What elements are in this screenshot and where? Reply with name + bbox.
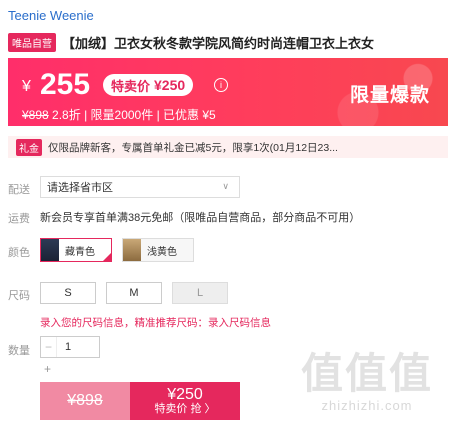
shipping-text: 新会员专享首单满38元免邮（限唯品自营商品，部分商品不可用） <box>40 212 361 224</box>
color-option-label: 藏青色 <box>65 246 95 258</box>
price-currency: ¥ <box>22 78 31 95</box>
selected-check-icon <box>102 252 112 262</box>
size-help: 录入您的尺码信息，精准推荐尺码：录入尺码信息 <box>40 315 271 330</box>
enter-size-link[interactable]: 录入尺码信息 <box>208 317 271 329</box>
saved-amount: 已优惠 ¥5 <box>163 108 216 122</box>
original-price-button-label: ¥898 <box>67 392 103 409</box>
promo-bar: 礼金 仅限品牌新客，专属首单礼金已减5元，限享1次(01月12日23... <box>8 136 448 158</box>
watermark-logo: 值值值 zhizhizhi.com <box>292 350 442 413</box>
shipping-label: 运费 <box>8 213 30 225</box>
flash-sale-label: 限量爆款 <box>349 85 430 106</box>
chevron-down-icon: ∨ <box>222 181 229 191</box>
quantity-stepper: − <box>40 336 100 358</box>
promo-text: 仅限品牌新客，专属首单礼金已减5元，限享1次(01月12日23... <box>48 141 338 154</box>
watermark-logo-text: 值值值 <box>300 350 433 397</box>
size-help-text: 录入您的尺码信息，精准推荐尺码： <box>40 317 208 329</box>
buy-original-price-button[interactable]: ¥898 <box>40 382 130 420</box>
stock-limit: 限量2000件 <box>90 108 154 122</box>
brand-link[interactable]: Teenie Weenie <box>8 8 94 23</box>
lightyellow-swatch-image <box>123 239 141 261</box>
size-option-s[interactable]: S <box>40 282 96 304</box>
region-select-value: 请选择省市区 <box>47 182 113 194</box>
special-price-button-value: ¥250 <box>167 386 203 403</box>
gift-money-tag: 礼金 <box>16 138 42 156</box>
price-subline: ¥898 2.8折 | 限量2000件 | 已优惠 ¥5 <box>22 108 216 122</box>
color-label: 颜色 <box>8 247 30 259</box>
delivery-label: 配送 <box>8 184 30 196</box>
quantity-input[interactable] <box>57 337 99 357</box>
info-icon[interactable]: i <box>214 78 228 92</box>
current-price: 255 <box>40 68 91 101</box>
quantity-plus-button[interactable]: + <box>44 362 51 376</box>
quantity-minus-button[interactable]: − <box>41 337 57 357</box>
size-label: 尺码 <box>8 290 30 302</box>
product-title: 【加绒】卫衣女秋冬款学院风简约时尚连帽卫衣上衣女 <box>62 35 375 51</box>
color-option-lightyellow[interactable]: 浅黄色 <box>122 238 194 262</box>
price-banner: ¥ 255 特卖价 ¥250 i ¥898 2.8折 | 限量2000件 | 已… <box>8 58 448 126</box>
special-price-label: 特卖价 <box>111 78 151 94</box>
product-title-row: 唯品自营 【加绒】卫衣女秋冬款学院风简约时尚连帽卫衣上衣女 <box>8 32 448 52</box>
special-price-button-label: 特卖价 抢 〉 <box>154 403 216 415</box>
special-price-value: ¥250 <box>154 77 186 93</box>
size-option-l[interactable]: L <box>172 282 228 304</box>
original-price: ¥898 <box>22 108 49 122</box>
special-price-pill: 特卖价 ¥250 <box>103 74 194 96</box>
discount-rate: 2.8折 <box>52 108 81 122</box>
region-select[interactable]: 请选择省市区 ∨ <box>40 176 240 198</box>
navy-swatch-image <box>41 239 59 261</box>
watermark-url: zhizhizhi.com <box>321 398 413 413</box>
self-operated-badge: 唯品自营 <box>8 32 56 52</box>
buy-special-price-button[interactable]: ¥250 特卖价 抢 〉 <box>130 382 240 420</box>
size-option-m[interactable]: M <box>106 282 162 304</box>
color-option-label: 浅黄色 <box>147 246 177 258</box>
color-option-navy[interactable]: 藏青色 <box>40 238 112 262</box>
quantity-label: 数量 <box>8 345 30 357</box>
